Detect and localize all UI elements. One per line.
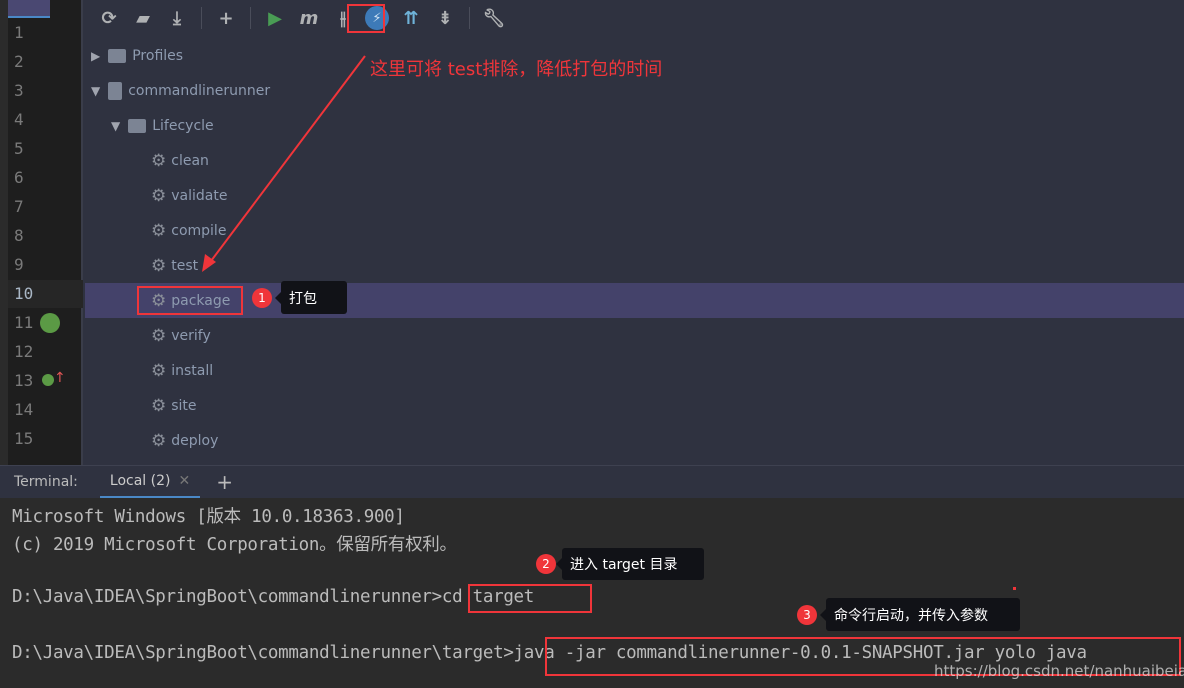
step-badge-2: 2 bbox=[536, 554, 556, 574]
close-icon[interactable]: ✕ bbox=[178, 473, 190, 489]
new-tab-plus-icon[interactable]: + bbox=[216, 470, 233, 494]
watermark: https://blog.csdn.net/nanhuaibeian bbox=[934, 662, 1184, 680]
skip-test-note: 这里可将 test排除，降低打包的时间 bbox=[370, 59, 663, 80]
highlight-skip-tests bbox=[347, 4, 385, 33]
step-tooltip-3: 命令行启动，并传入参数 bbox=[820, 598, 1020, 631]
step-tooltip-2: 进入 target 目录 bbox=[556, 548, 704, 580]
terminal-line: Microsoft Windows [版本 10.0.18363.900] bbox=[12, 507, 405, 527]
red-dot bbox=[1013, 587, 1016, 590]
terminal-tab-local[interactable]: Local (2) ✕ bbox=[99, 466, 201, 499]
terminal-label: Terminal: bbox=[14, 474, 78, 490]
tab-label: Local (2) bbox=[109, 472, 171, 489]
step-tooltip-1: 打包 bbox=[275, 281, 347, 314]
highlight-package bbox=[137, 286, 243, 315]
terminal-line: (c) 2019 Microsoft Corporation。保留所有权利。 bbox=[12, 535, 457, 555]
step-badge-3: 3 bbox=[797, 605, 817, 625]
terminal-line: D:\Java\IDEA\SpringBoot\commandlinerunne… bbox=[12, 587, 535, 607]
terminal-header: Terminal: Local (2) ✕ + bbox=[0, 465, 1184, 499]
step-badge-1: 1 bbox=[252, 288, 272, 308]
highlight-cd-target bbox=[468, 584, 592, 613]
annotation-arrow bbox=[207, 55, 366, 266]
